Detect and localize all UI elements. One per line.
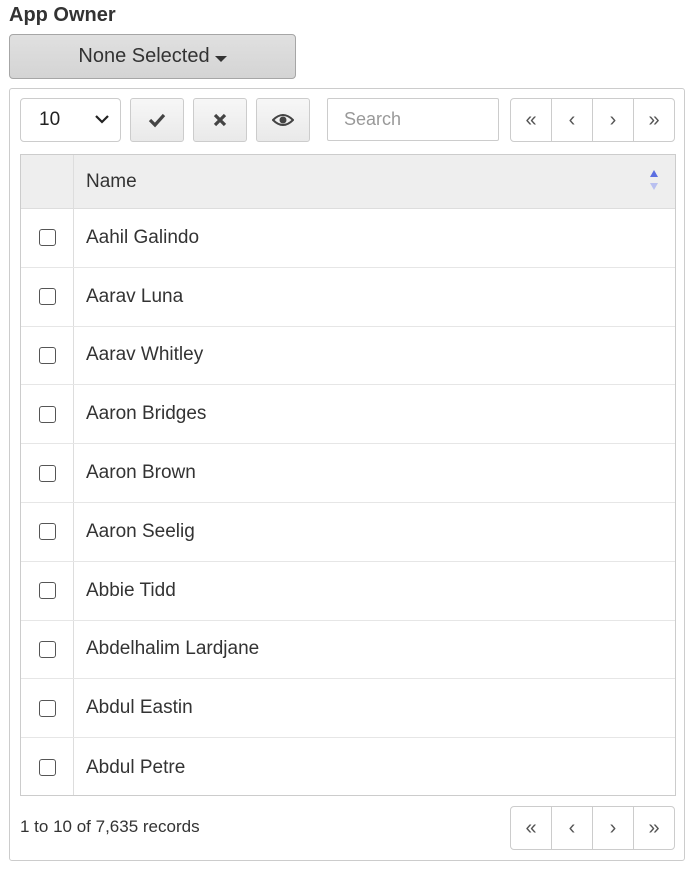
owners-table: Name Aahil Galindo Aarav Luna Aarav Whit… xyxy=(20,154,676,796)
table-row[interactable]: Abdul Eastin xyxy=(21,679,675,739)
row-checkbox[interactable] xyxy=(38,523,56,541)
row-checkbox[interactable] xyxy=(38,405,56,423)
clear-selection-button[interactable] xyxy=(193,98,247,142)
table-row[interactable]: Aaron Brown xyxy=(21,444,675,503)
top-pager: « ‹ › » xyxy=(510,98,675,142)
next-page-button[interactable]: › xyxy=(593,807,634,849)
show-selected-button[interactable] xyxy=(256,98,310,142)
table-row[interactable]: Aarav Whitley xyxy=(21,326,675,386)
next-page-button[interactable]: › xyxy=(593,99,634,141)
owner-picker-panel: 10 « ‹ › » xyxy=(9,88,685,861)
row-checkbox[interactable] xyxy=(38,464,56,482)
owner-name: Abdul Petre xyxy=(86,756,186,778)
owner-name: Abdelhalim Lardjane xyxy=(86,638,260,660)
table-row[interactable]: Abdelhalim Lardjane xyxy=(21,620,675,680)
bottom-pager: « ‹ › » xyxy=(510,806,675,850)
dropdown-label: None Selected xyxy=(78,45,210,67)
column-header-name[interactable]: Name xyxy=(74,155,675,208)
owner-name: Aahil Galindo xyxy=(86,226,200,248)
owner-name: Abdul Eastin xyxy=(86,697,193,719)
table-row[interactable]: Abbie Tidd xyxy=(21,561,675,621)
owner-dropdown-button[interactable]: None Selected xyxy=(9,34,296,79)
table-row[interactable]: Aarav Luna xyxy=(21,267,675,327)
last-page-button[interactable]: » xyxy=(634,807,674,849)
chevron-down-icon xyxy=(95,115,109,124)
last-page-button[interactable]: » xyxy=(634,99,674,141)
row-checkbox[interactable] xyxy=(38,229,56,247)
row-checkbox[interactable] xyxy=(38,699,56,717)
select-all-button[interactable] xyxy=(130,98,184,142)
owner-name: Aaron Bridges xyxy=(86,403,207,425)
first-page-button[interactable]: « xyxy=(511,807,552,849)
prev-page-button[interactable]: ‹ xyxy=(552,807,593,849)
owner-name: Abbie Tidd xyxy=(86,579,176,601)
toolbar: 10 « ‹ › » xyxy=(20,98,675,144)
owner-name: Aaron Brown xyxy=(86,462,196,484)
records-count: 1 to 10 of 7,635 records xyxy=(20,817,200,836)
page-size-select[interactable]: 10 xyxy=(20,98,121,142)
owner-name: Aaron Seelig xyxy=(86,520,195,542)
owner-name: Aarav Whitley xyxy=(86,344,204,366)
row-checkbox[interactable] xyxy=(38,288,56,306)
first-page-button[interactable]: « xyxy=(511,99,552,141)
table-row[interactable]: Abdul Petre xyxy=(21,738,675,795)
row-checkbox[interactable] xyxy=(38,759,56,777)
table-row[interactable]: Aaron Bridges xyxy=(21,385,675,445)
owner-name: Aarav Luna xyxy=(86,285,184,307)
table-row[interactable]: Aahil Galindo xyxy=(21,209,675,268)
check-icon xyxy=(148,113,166,128)
row-checkbox[interactable] xyxy=(38,640,56,658)
header-check-cell xyxy=(21,155,74,208)
prev-page-button[interactable]: ‹ xyxy=(552,99,593,141)
eye-icon xyxy=(272,114,294,126)
sort-ascending-icon[interactable] xyxy=(649,168,659,192)
table-row[interactable]: Aaron Seelig xyxy=(21,502,675,562)
page-size-value: 10 xyxy=(39,109,61,130)
caret-down-icon xyxy=(214,55,227,62)
row-checkbox[interactable] xyxy=(38,346,56,364)
x-icon xyxy=(213,113,227,127)
row-checkbox[interactable] xyxy=(38,582,56,600)
field-label: App Owner xyxy=(9,4,116,26)
search-input[interactable] xyxy=(327,98,499,141)
table-header: Name xyxy=(21,155,675,209)
